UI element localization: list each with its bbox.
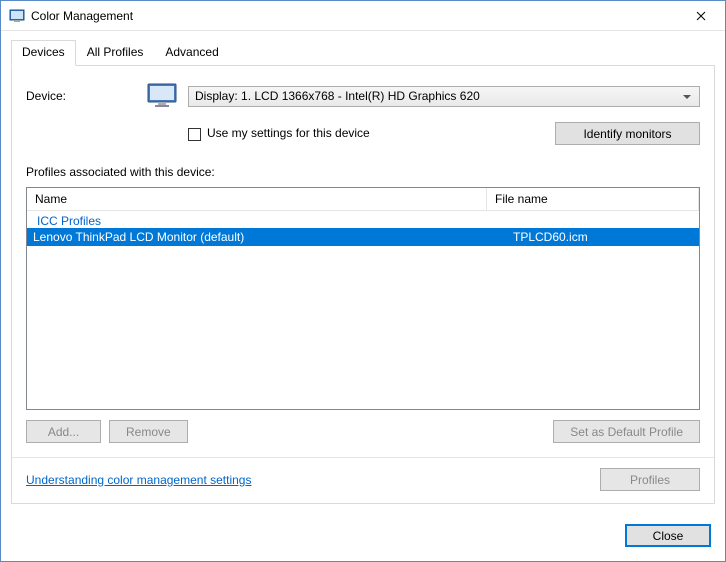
tab-all-profiles[interactable]: All Profiles xyxy=(76,40,155,66)
column-name[interactable]: Name xyxy=(27,188,487,210)
profile-actions: Add... Remove Set as Default Profile xyxy=(26,420,700,443)
divider xyxy=(12,457,714,458)
checkbox-icon xyxy=(188,128,201,141)
profiles-button[interactable]: Profiles xyxy=(600,468,700,491)
listview-group: ICC Profiles xyxy=(27,211,699,228)
close-window-button[interactable] xyxy=(678,1,723,30)
device-subrow: Use my settings for this device Identify… xyxy=(26,122,700,145)
device-row: Device: Display: 1. LCD 1366x768 - Intel… xyxy=(26,80,700,112)
profiles-listview[interactable]: Name File name ICC Profiles Lenovo Think… xyxy=(26,187,700,410)
use-my-settings-label: Use my settings for this device xyxy=(207,126,370,140)
add-button[interactable]: Add... xyxy=(26,420,101,443)
tab-content-devices: Device: Display: 1. LCD 1366x768 - Intel… xyxy=(11,65,715,504)
device-dropdown-value: Display: 1. LCD 1366x768 - Intel(R) HD G… xyxy=(195,89,480,103)
use-my-settings-checkbox[interactable]: Use my settings for this device xyxy=(188,126,370,140)
device-label: Device: xyxy=(26,89,136,103)
app-icon xyxy=(9,8,25,24)
identify-monitors-button[interactable]: Identify monitors xyxy=(555,122,700,145)
dialog-footer: Close xyxy=(1,514,725,561)
device-dropdown[interactable]: Display: 1. LCD 1366x768 - Intel(R) HD G… xyxy=(188,86,700,107)
tab-advanced[interactable]: Advanced xyxy=(154,40,229,66)
color-management-window: Color Management Devices All Profiles Ad… xyxy=(0,0,726,562)
column-file[interactable]: File name xyxy=(487,188,699,210)
titlebar: Color Management xyxy=(1,1,725,31)
bottom-row: Understanding color management settings … xyxy=(26,468,700,491)
monitor-icon xyxy=(146,80,178,112)
tab-devices[interactable]: Devices xyxy=(11,40,76,66)
listview-row[interactable]: Lenovo ThinkPad LCD Monitor (default) TP… xyxy=(27,228,699,246)
close-icon xyxy=(696,11,706,21)
listview-header: Name File name xyxy=(27,188,699,211)
tab-strip: Devices All Profiles Advanced xyxy=(1,31,725,65)
remove-button[interactable]: Remove xyxy=(109,420,188,443)
set-default-button[interactable]: Set as Default Profile xyxy=(553,420,700,443)
row-name: Lenovo ThinkPad LCD Monitor (default) xyxy=(27,228,487,246)
close-button[interactable]: Close xyxy=(625,524,711,547)
window-title: Color Management xyxy=(31,9,678,23)
help-link[interactable]: Understanding color management settings xyxy=(26,473,251,487)
row-file: TPLCD60.icm xyxy=(487,228,699,246)
profiles-heading: Profiles associated with this device: xyxy=(26,165,700,179)
